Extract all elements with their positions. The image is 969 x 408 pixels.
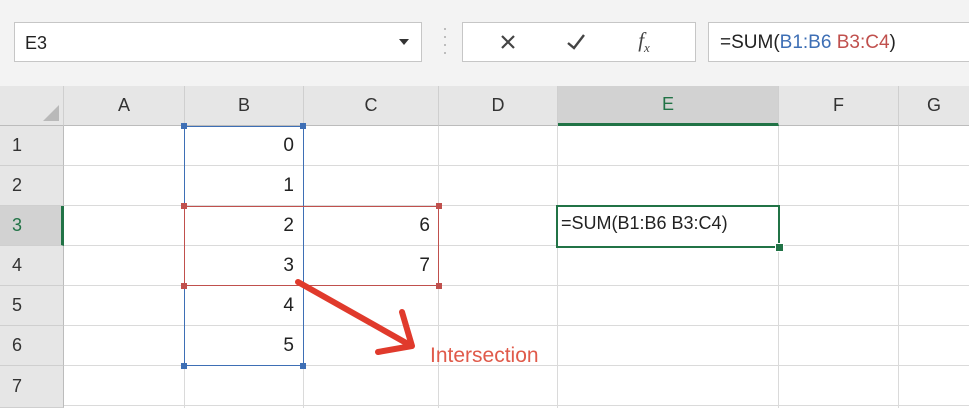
enter-button[interactable] bbox=[551, 23, 601, 61]
formula-bar-area: E3 fx =SUM(B1:B6 B3:C4) bbox=[0, 0, 969, 86]
name-box-value: E3 bbox=[25, 33, 48, 53]
cancel-button[interactable] bbox=[483, 23, 533, 61]
enter-check-icon bbox=[567, 34, 585, 50]
formula-buttons: fx bbox=[462, 22, 696, 62]
insert-function-button[interactable]: fx bbox=[619, 23, 669, 61]
formula-text: =SUM(B1:B6 B3:C4) bbox=[720, 32, 896, 53]
resize-grip-icon[interactable] bbox=[443, 28, 447, 58]
formula-ref-blue: B1:B6 bbox=[779, 32, 832, 53]
worksheet-grid: A B C D E F G 1 2 3 4 5 6 7 0 1 2 3 4 5 … bbox=[0, 86, 969, 408]
intersection-label: Intersection bbox=[430, 344, 539, 367]
dropdown-arrow-icon[interactable] bbox=[399, 39, 409, 45]
formula-input[interactable]: =SUM(B1:B6 B3:C4) bbox=[708, 22, 969, 62]
insert-function-icon: fx bbox=[638, 27, 650, 56]
cancel-x-icon bbox=[501, 35, 515, 49]
formula-ref-red: B3:C4 bbox=[836, 32, 890, 53]
name-box[interactable]: E3 bbox=[14, 22, 422, 62]
